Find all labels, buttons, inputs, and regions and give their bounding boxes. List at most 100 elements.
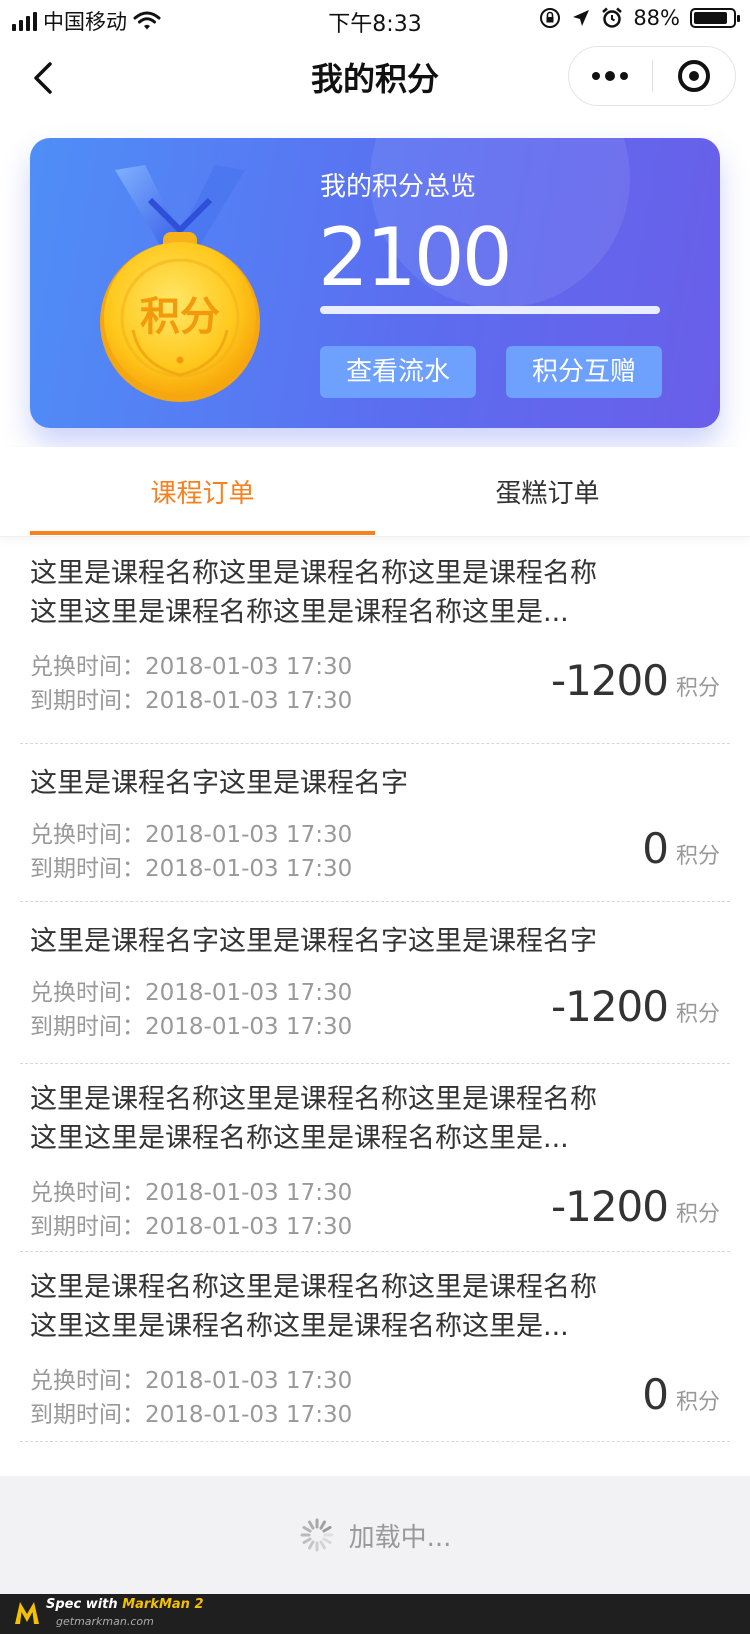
exchange-time-row: 兑换时间：2018-01-03 17:30 [30,1176,352,1210]
exchange-time-row: 兑换时间：2018-01-03 17:30 [30,818,352,852]
points-value: -1200 [550,1182,669,1231]
expire-time-label: 到期时间： [30,1214,145,1240]
exchange-time-row: 兑换时间：2018-01-03 17:30 [30,1364,352,1398]
order-title: 这里是课程名字这里是课程名字 [20,744,730,803]
order-times: 兑换时间：2018-01-03 17:30 到期时间：2018-01-03 17:… [30,976,352,1044]
order-times: 兑换时间：2018-01-03 17:30 到期时间：2018-01-03 17:… [30,1176,352,1244]
points-unit: 积分 [675,1390,720,1415]
loading-text: 加载中... [348,1522,452,1553]
points-unit: 积分 [675,1002,720,1027]
status-bar-right: 88% [539,6,740,30]
location-icon [573,10,590,26]
order-tabs: 课程订单 蛋糕订单 [0,447,750,537]
order-times: 兑换时间：2018-01-03 17:30 到期时间：2018-01-03 17:… [30,818,352,886]
markman-watermark: Spec with MarkMan 2 getmarkman.com [0,1594,750,1634]
expire-time-value: 2018-01-03 17:30 [145,688,353,714]
exchange-time-label: 兑换时间： [30,1180,145,1206]
order-title-line: 这里是课程名称这里是课程名称这里是课程名称 [30,1272,597,1303]
loading-spinner-icon [300,1518,334,1552]
order-title-line: 这里这里是课程名称这里是课程名称这里是... [30,597,569,628]
close-miniprogram-icon[interactable] [653,46,736,106]
navigation-bar: 我的积分 [0,40,750,140]
order-points: -1200 积分 [551,1182,720,1231]
exchange-time-label: 兑换时间： [30,980,145,1006]
points-unit: 积分 [675,1202,720,1227]
medal-icon: 积分 [100,165,260,402]
expire-time-label: 到期时间： [30,856,145,882]
expire-time-row: 到期时间：2018-01-03 17:30 [30,684,352,718]
loading-footer: 加载中... [0,1476,750,1594]
exchange-time-row: 兑换时间：2018-01-03 17:30 [30,650,352,684]
expire-time-row: 到期时间：2018-01-03 17:30 [30,1398,352,1432]
expire-time-value: 2018-01-03 17:30 [145,856,353,882]
medal-label: 积分 [140,294,220,340]
orientation-lock-icon [540,8,561,28]
order-title-line: 这里这里是课程名称这里是课程名称这里是... [30,1123,569,1154]
exchange-time-value: 2018-01-03 17:30 [145,654,353,680]
order-item[interactable]: 这里是课程名字这里是课程名字这里是课程名字 兑换时间：2018-01-03 17:… [20,902,730,1064]
exchange-time-value: 2018-01-03 17:30 [145,1368,353,1394]
expire-time-label: 到期时间： [30,1014,145,1040]
battery-icon [690,8,740,28]
expire-time-value: 2018-01-03 17:30 [145,1014,353,1040]
tab-course-orders[interactable]: 课程订单 [30,447,375,537]
order-title: 这里是课程名称这里是课程名称这里是课程名称 这里这里是课程名称这里是课程名称这里是… [20,538,730,632]
exchange-time-label: 兑换时间： [30,1368,145,1394]
points-total: 2100 [318,211,513,304]
view-flow-button[interactable]: 查看流水 [320,346,476,398]
markman-logo-icon [15,1602,39,1624]
order-title: 这里是课程名字这里是课程名字这里是课程名字 [20,902,730,961]
exchange-time-value: 2018-01-03 17:30 [145,1180,353,1206]
markman-prefix: Spec with [46,1597,118,1612]
tab-cake-orders[interactable]: 蛋糕订单 [375,447,720,537]
expire-time-label: 到期时间： [30,1402,145,1428]
order-item[interactable]: 这里是课程名称这里是课程名称这里是课程名称 这里这里是课程名称这里是课程名称这里是… [20,538,730,744]
expire-time-label: 到期时间： [30,688,145,714]
expire-time-value: 2018-01-03 17:30 [145,1402,353,1428]
points-progress-bar [320,306,660,314]
expire-time-value: 2018-01-03 17:30 [145,1214,353,1240]
order-times: 兑换时间：2018-01-03 17:30 到期时间：2018-01-03 17:… [30,1364,352,1432]
order-title-line: 这里是课程名字这里是课程名字 [30,768,408,799]
expire-time-row: 到期时间：2018-01-03 17:30 [30,1010,352,1044]
order-title: 这里是课程名称这里是课程名称这里是课程名称 这里这里是课程名称这里是课程名称这里是… [20,1064,730,1158]
active-tab-indicator [30,531,375,535]
points-unit: 积分 [675,676,720,701]
miniprogram-capsule [568,46,736,106]
order-title-line: 这里是课程名称这里是课程名称这里是课程名称 [30,1084,597,1115]
points-value: 0 [642,1370,669,1419]
order-item[interactable]: 这里是课程名称这里是课程名称这里是课程名称 这里这里是课程名称这里是课程名称这里是… [20,1064,730,1252]
exchange-time-value: 2018-01-03 17:30 [145,980,353,1006]
order-title-line: 这里是课程名字这里是课程名字这里是课程名字 [30,926,597,957]
battery-percent: 88% [633,6,680,30]
order-points: -1200 积分 [551,656,720,705]
order-points: -1200 积分 [551,982,720,1031]
expire-time-row: 到期时间：2018-01-03 17:30 [30,1210,352,1244]
alarm-icon [602,7,623,28]
exchange-time-row: 兑换时间：2018-01-03 17:30 [30,976,352,1010]
markman-site: getmarkman.com [56,1615,154,1628]
expire-time-row: 到期时间：2018-01-03 17:30 [30,852,352,886]
order-list: 这里是课程名称这里是课程名称这里是课程名称 这里这里是课程名称这里是课程名称这里是… [0,538,750,1442]
order-points: 0 积分 [642,1370,720,1419]
order-title-line: 这里是课程名称这里是课程名称这里是课程名称 [30,558,597,589]
points-value: -1200 [550,982,669,1031]
exchange-time-label: 兑换时间： [30,822,145,848]
order-item[interactable]: 这里是课程名称这里是课程名称这里是课程名称 这里这里是课程名称这里是课程名称这里是… [20,1252,730,1442]
order-title: 这里是课程名称这里是课程名称这里是课程名称 这里这里是课程名称这里是课程名称这里是… [20,1252,730,1346]
points-overview-title: 我的积分总览 [320,172,477,202]
exchange-time-label: 兑换时间： [30,654,145,680]
points-value: 0 [642,824,669,873]
status-bar: 中国移动 下午8:33 88% [0,0,750,40]
points-progress-fill [320,306,660,314]
points-unit: 积分 [675,844,720,869]
gift-points-button[interactable]: 积分互赠 [506,346,662,398]
order-item[interactable]: 这里是课程名字这里是课程名字 兑换时间：2018-01-03 17:30 到期时间：… [20,744,730,902]
more-icon[interactable] [569,46,652,106]
order-times: 兑换时间：2018-01-03 17:30 到期时间：2018-01-03 17:… [30,650,352,718]
order-title-line: 这里这里是课程名称这里是课程名称这里是... [30,1311,569,1342]
exchange-time-value: 2018-01-03 17:30 [145,822,353,848]
points-value: -1200 [550,656,669,705]
points-overview-card: 积分 我的积分总览 2100 查看流水 积分互赠 [30,138,720,428]
markman-brand: MarkMan 2 [122,1597,204,1612]
